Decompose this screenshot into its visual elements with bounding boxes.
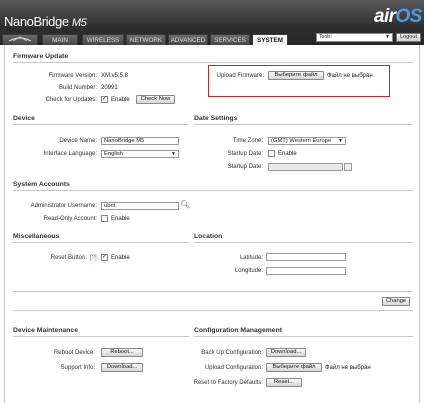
tab-services[interactable]: SERVICES — [210, 34, 250, 45]
upload-firmware-label: Upload Firmware: — [216, 73, 264, 79]
reset-button-checkbox[interactable]: ✓ — [101, 254, 108, 261]
divider — [13, 62, 413, 63]
search-key-icon[interactable]: 🔍︎ — [180, 200, 190, 209]
logo-os-text: OS — [395, 6, 422, 27]
check-updates-enable-label: Enable — [111, 97, 130, 103]
section-title-date-settings: Date Settings — [194, 115, 238, 122]
section-title-device-maintenance: Device Maintenance — [13, 327, 78, 334]
interface-language-label: Interface Language: — [43, 151, 97, 157]
calendar-icon[interactable] — [344, 163, 352, 171]
divider — [194, 124, 413, 125]
reboot-button[interactable]: Reboot... — [101, 348, 143, 357]
chevron-down-icon: ▼ — [338, 138, 343, 144]
check-now-button[interactable]: Check Now — [136, 95, 175, 104]
section-title-system-accounts: System Accounts — [13, 181, 70, 188]
firmware-no-file-text: Файл не выбран — [327, 73, 373, 79]
longitude-label: Longitude: — [234, 268, 263, 274]
chevron-down-icon: ▼ — [385, 34, 390, 40]
startup-date-input[interactable] — [268, 163, 343, 171]
section-title-miscellaneous: Miscellaneous — [13, 233, 60, 240]
factory-reset-button[interactable]: Reset... — [266, 378, 302, 387]
ubiquiti-logo-icon — [8, 36, 32, 42]
divider — [194, 242, 413, 243]
backup-config-label: Back Up Configuration: — [201, 350, 263, 356]
chevron-down-icon: ▼ — [171, 151, 176, 157]
change-button[interactable]: Change — [382, 297, 410, 306]
divider — [13, 190, 413, 191]
brand-name: NanoBridge — [4, 14, 69, 29]
check-updates-label: Check for Updates: — [45, 97, 97, 103]
tab-main[interactable]: MAIN — [42, 34, 78, 45]
upload-firmware-highlight — [208, 65, 390, 97]
device-name-label: Device Name: — [59, 138, 97, 144]
upload-config-label: Upload Configuration: — [204, 365, 263, 371]
factory-reset-label: Reset to Factory Defaults: — [193, 380, 263, 386]
choose-config-file-button[interactable]: Выберите файл — [266, 363, 322, 372]
device-name-input[interactable]: NanoBridge M5 — [101, 137, 179, 145]
startup-date-enable-text: Enable — [278, 151, 297, 157]
admin-username-input[interactable]: ubnt — [101, 202, 179, 210]
reset-button-label: Reset Button: — [50, 255, 87, 261]
time-zone-select[interactable]: (GMT) Western Europe ▼ — [268, 137, 346, 145]
section-title-firmware: Firmware Update — [13, 53, 69, 60]
divider — [13, 242, 189, 243]
tools-dropdown[interactable]: Tools: ▼ — [316, 33, 393, 42]
config-no-file-text: Файл не выбран — [325, 365, 371, 371]
airos-logo: airOS — [374, 6, 422, 28]
latitude-label: Latitude: — [239, 255, 263, 261]
latitude-input[interactable] — [266, 253, 346, 261]
main-tab-bar: MAIN WIRELESS NETWORK ADVANCED SERVICES … — [0, 34, 300, 46]
startup-date-label: Startup Date: — [227, 164, 263, 170]
tab-advanced[interactable]: ADVANCED — [168, 34, 208, 45]
tab-wireless[interactable]: WIRELESS — [82, 34, 124, 45]
readonly-account-label: Read-Only Account: — [43, 216, 97, 222]
backup-config-download-button[interactable]: Download... — [266, 348, 306, 357]
section-title-location: Location — [194, 233, 223, 240]
main-content: Firmware Update Firmware Version: XM.v5.… — [4, 45, 420, 403]
check-updates-checkbox[interactable]: ✓ — [101, 96, 108, 103]
time-zone-label: Time Zone: — [232, 138, 263, 144]
brand-model: M5 — [71, 17, 87, 29]
tools-label: Tools: — [319, 34, 333, 40]
section-title-configuration-management: Configuration Management — [194, 327, 282, 334]
firmware-version-value: XM.v5.5.8 — [101, 73, 129, 79]
divider — [13, 310, 413, 311]
logout-button[interactable]: Logout — [396, 33, 421, 42]
startup-date-enable-label: Startup Date: — [227, 151, 263, 157]
firmware-version-label: Firmware Version: — [48, 73, 97, 79]
admin-username-label: Administrator Username: — [30, 203, 97, 209]
time-zone-value: (GMT) Western Europe — [271, 138, 332, 144]
readonly-account-enable-text: Enable — [111, 216, 130, 222]
startup-date-checkbox[interactable] — [268, 150, 275, 157]
divider — [194, 336, 413, 337]
build-number-label: Build Number: — [58, 85, 97, 91]
tab-ubnt-logo[interactable] — [2, 34, 38, 45]
divider — [13, 291, 413, 292]
reset-button-enable-text: Enable — [111, 255, 130, 261]
interface-language-select[interactable]: English ▼ — [101, 150, 179, 158]
longitude-input[interactable] — [266, 267, 346, 275]
section-title-device: Device — [13, 115, 35, 122]
interface-language-value: English — [104, 151, 124, 157]
divider — [13, 336, 189, 337]
readonly-account-checkbox[interactable] — [101, 215, 108, 222]
divider — [13, 124, 189, 125]
tab-network[interactable]: NETWORK — [126, 34, 166, 45]
reset-help-link[interactable]: [?] — [90, 255, 97, 261]
build-number-value: 20991 — [101, 85, 118, 91]
choose-firmware-file-button[interactable]: Выберите файл — [268, 71, 324, 80]
logo-air-text: air — [374, 6, 396, 27]
device-brand: NanoBridge M5 — [4, 14, 87, 29]
support-info-label: Support Info: — [60, 365, 95, 371]
support-info-download-button[interactable]: Download... — [101, 363, 143, 372]
reboot-device-label: Reboot Device: — [53, 350, 95, 356]
